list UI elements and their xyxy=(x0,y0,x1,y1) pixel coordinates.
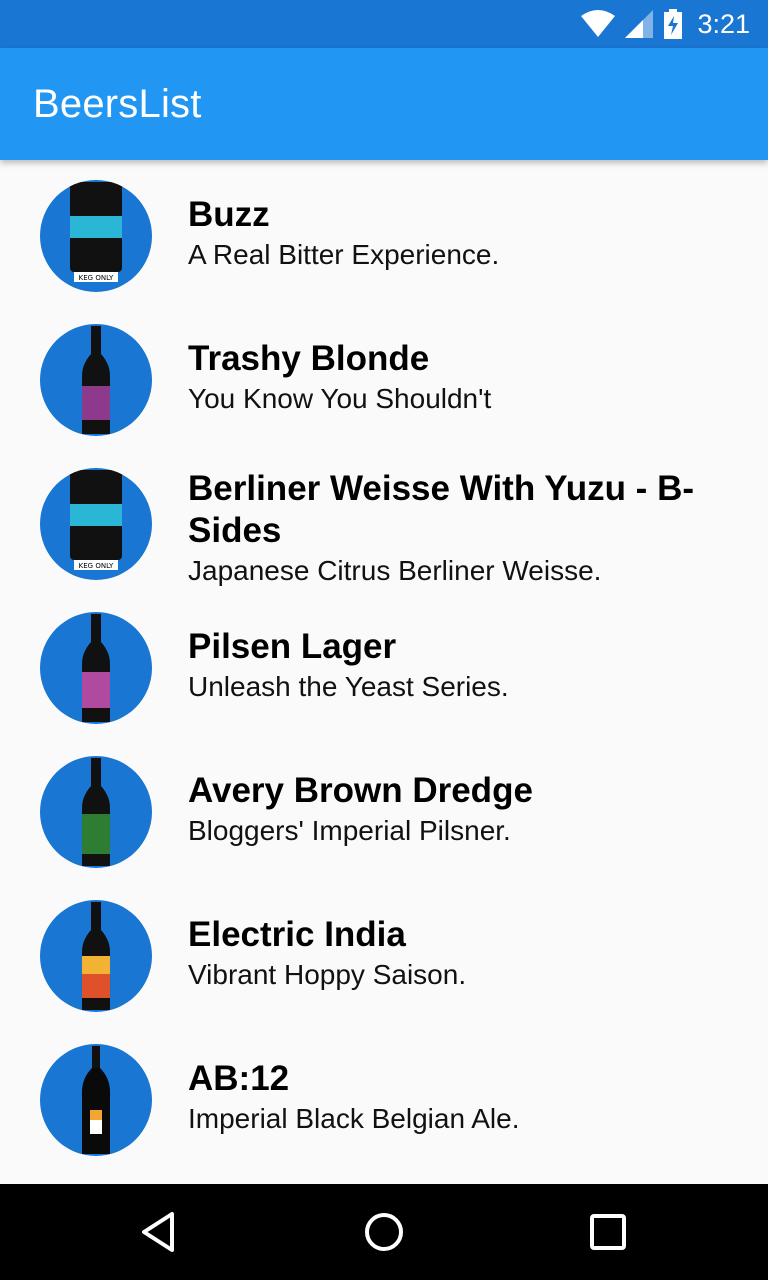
svg-text:KEG ONLY: KEG ONLY xyxy=(79,562,114,570)
list-item[interactable]: Avery Brown Dredge Bloggers' Imperial Pi… xyxy=(0,736,768,880)
beer-tagline: A Real Bitter Experience. xyxy=(188,239,500,270)
status-icons: 3:21 xyxy=(581,8,750,40)
battery-charging-icon xyxy=(664,9,683,39)
list-item[interactable]: AB:12 Imperial Black Belgian Ale. xyxy=(0,1024,768,1168)
beer-avatar xyxy=(40,1044,152,1156)
list-item[interactable]: Electric India Vibrant Hoppy Saison. xyxy=(0,880,768,1024)
beer-avatar xyxy=(40,900,152,1012)
beer-tagline: Imperial Black Belgian Ale. xyxy=(188,1103,520,1134)
keg-icon: KEG ONLY xyxy=(70,182,122,282)
beer-list[interactable]: KEG ONLY Buzz A Real Bitter Experience. … xyxy=(0,160,768,1184)
beer-name: Electric India xyxy=(188,915,406,954)
wifi-icon xyxy=(581,10,616,37)
beer-avatar: KEG ONLY xyxy=(40,468,152,580)
beer-tagline: Unleash the Yeast Series. xyxy=(188,671,509,702)
svg-text:KEG ONLY: KEG ONLY xyxy=(79,274,114,282)
beer-avatar xyxy=(40,324,152,436)
keg-icon: KEG ONLY xyxy=(70,470,122,570)
bottle-icon xyxy=(82,614,110,722)
home-icon[interactable] xyxy=(360,1208,408,1256)
beer-name: Buzz xyxy=(188,195,270,234)
bottle-icon xyxy=(82,902,110,1010)
status-bar: 3:21 xyxy=(0,0,768,48)
status-time: 3:21 xyxy=(697,8,750,39)
beer-avatar xyxy=(40,756,152,868)
navigation-bar xyxy=(0,1184,768,1280)
beer-tagline: Japanese Citrus Berliner Weisse. xyxy=(188,555,602,586)
recents-icon[interactable] xyxy=(584,1208,632,1256)
back-icon[interactable] xyxy=(136,1208,184,1256)
beer-name: Berliner Weisse With Yuzu - B-Sides xyxy=(188,469,694,550)
beer-tagline: You Know You Shouldn't xyxy=(188,383,492,414)
beer-name: AB:12 xyxy=(188,1059,290,1098)
beer-name: Pilsen Lager xyxy=(188,627,397,666)
beer-tagline: Vibrant Hoppy Saison. xyxy=(188,959,467,990)
list-item[interactable]: KEG ONLY Buzz A Real Bitter Experience. xyxy=(0,160,768,304)
beer-avatar: KEG ONLY xyxy=(40,180,152,292)
beer-tagline: Bloggers' Imperial Pilsner. xyxy=(188,815,511,846)
beer-name: Trashy Blonde xyxy=(188,339,430,378)
list-item[interactable]: Pilsen Lager Unleash the Yeast Series. xyxy=(0,592,768,736)
bottle-icon xyxy=(82,758,110,866)
list-item[interactable]: KEG ONLY Berliner Weisse With Yuzu - B-S… xyxy=(0,448,768,592)
app-bar: BeersList xyxy=(0,48,768,160)
list-item[interactable]: Trashy Blonde You Know You Shouldn't xyxy=(0,304,768,448)
bottle-icon xyxy=(82,1046,110,1154)
signal-icon xyxy=(625,10,654,38)
beer-avatar xyxy=(40,612,152,724)
beer-name: Avery Brown Dredge xyxy=(188,771,533,810)
bottle-icon xyxy=(82,326,110,434)
page-title: BeersList xyxy=(33,82,202,126)
